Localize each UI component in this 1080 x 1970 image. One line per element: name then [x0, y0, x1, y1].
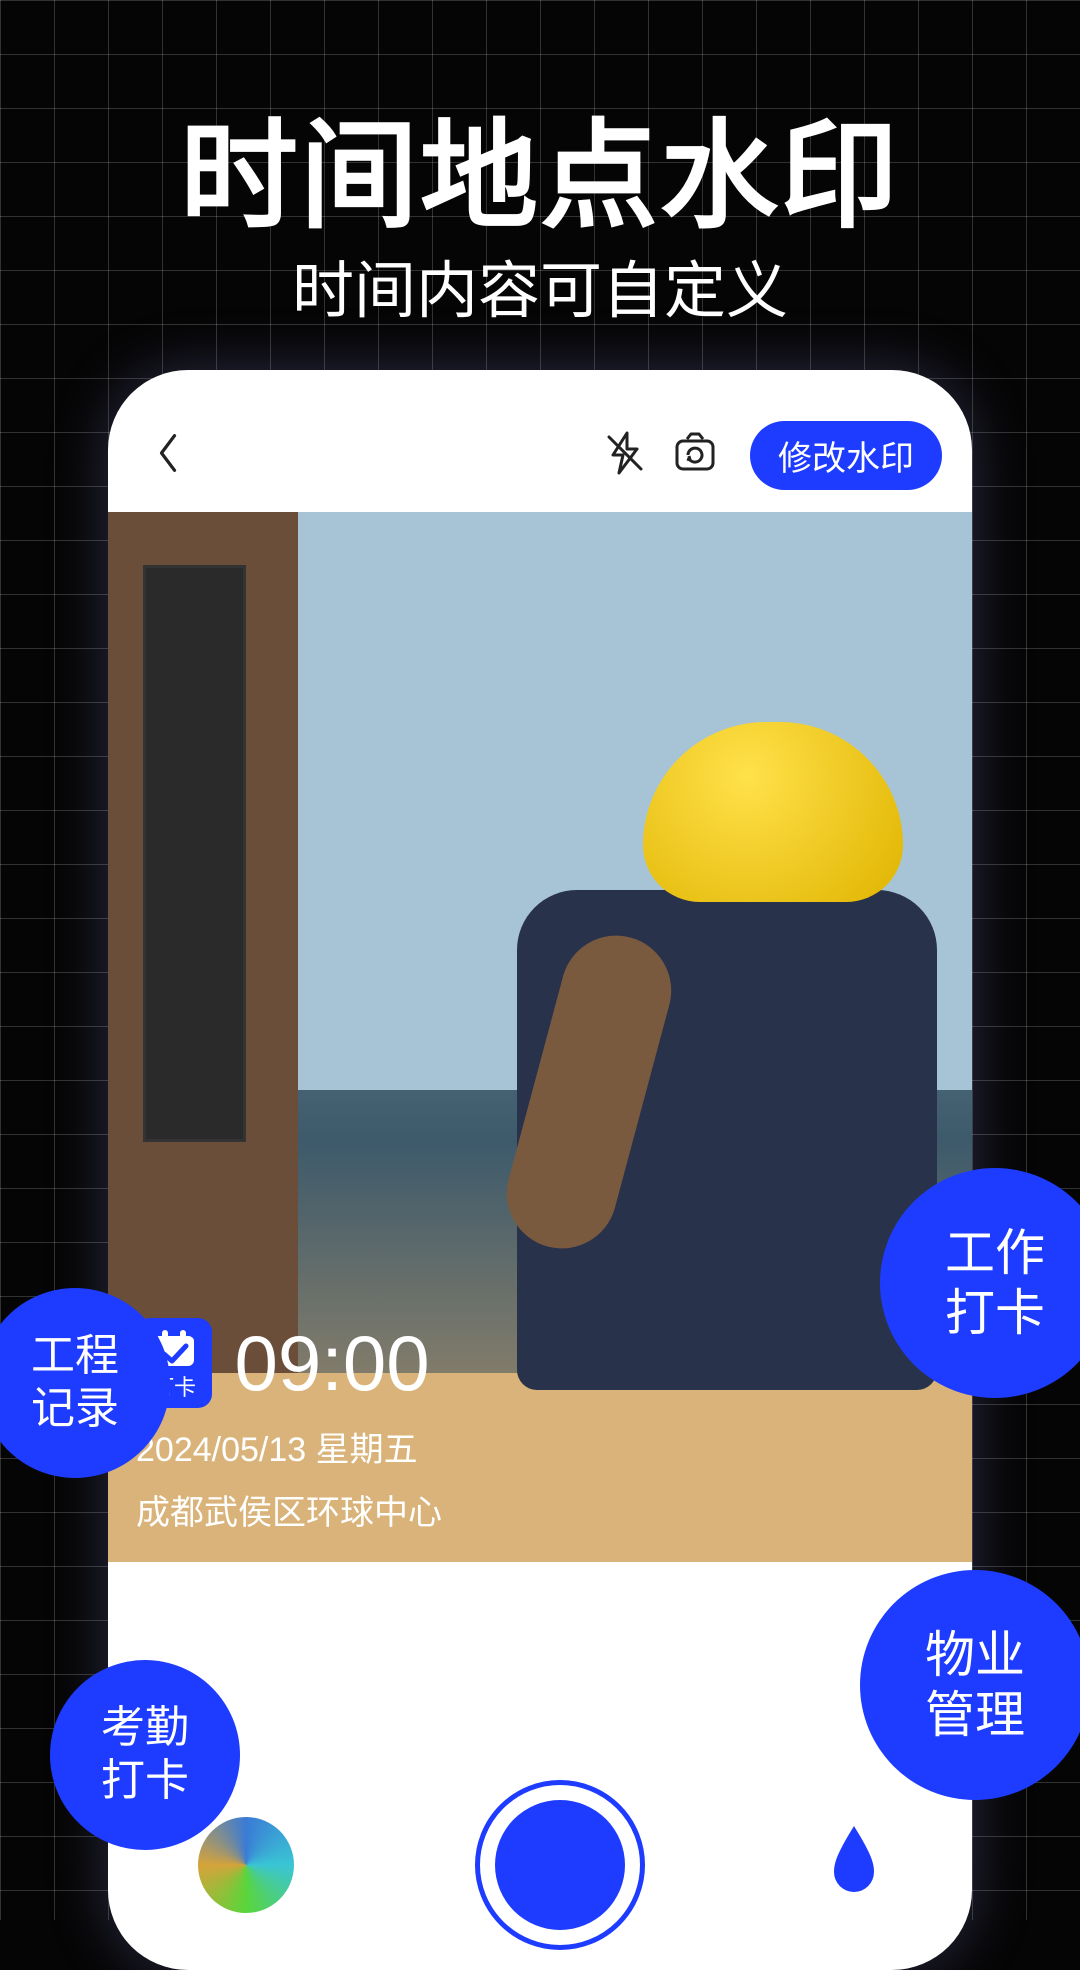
camera-switch-icon [671, 429, 719, 477]
flash-off-icon [601, 429, 649, 477]
watermark-time: 09:00 [234, 1324, 429, 1402]
watermark-overlay[interactable]: 打卡 09:00 2024/05/13 星期五 成都武侯区环球中心 [136, 1318, 442, 1534]
viewfinder-art-door [143, 565, 247, 1143]
gallery-thumbnail-button[interactable] [198, 1817, 294, 1913]
shutter-button[interactable] [475, 1780, 645, 1950]
promo-headline: 时间地点水印 [0, 80, 1080, 251]
phone-mockup: 修改水印 打卡 09:00 [108, 370, 972, 1970]
camera-viewfinder[interactable]: 打卡 09:00 2024/05/13 星期五 成都武侯区环球中心 [108, 512, 972, 1562]
feature-bubble-property-management: 物业 管理 [860, 1570, 1080, 1800]
app-header: 修改水印 [108, 370, 972, 500]
chevron-left-icon [155, 431, 181, 475]
watermark-date: 2024/05/13 星期五 [136, 1422, 442, 1471]
camera-controls-bar [108, 1760, 972, 1970]
shutter-inner-icon [495, 1800, 625, 1930]
promo-subhead: 时间内容可自定义 [0, 240, 1080, 330]
edit-watermark-button[interactable]: 修改水印 [750, 421, 942, 490]
flash-toggle-button[interactable] [590, 429, 660, 482]
camera-switch-button[interactable] [660, 429, 730, 482]
droplet-icon [826, 1822, 882, 1894]
back-button[interactable] [138, 431, 198, 480]
watermark-style-button[interactable] [826, 1822, 882, 1908]
watermark-location: 成都武侯区环球中心 [136, 1485, 442, 1534]
feature-bubble-attendance-checkin: 考勤 打卡 [50, 1660, 240, 1850]
